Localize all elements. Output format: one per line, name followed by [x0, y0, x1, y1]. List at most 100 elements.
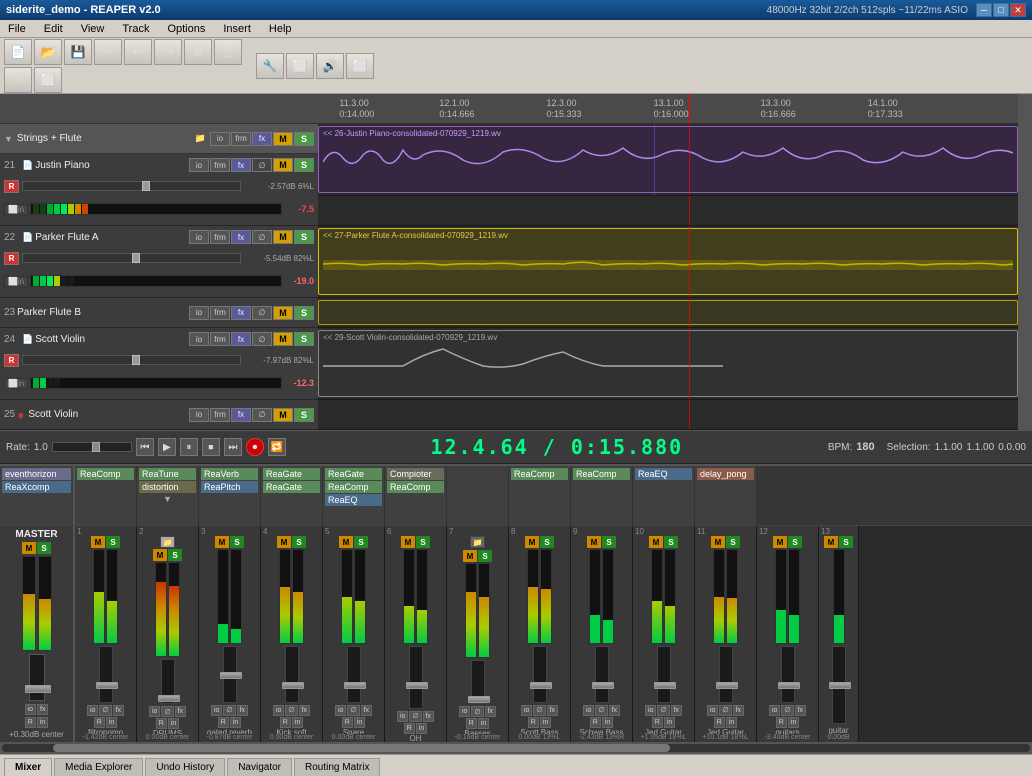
ch7-phi[interactable]: ∅ [471, 706, 483, 717]
ch11-phi[interactable]: ∅ [719, 705, 731, 716]
plugin-eventhorizon[interactable]: eventhorizon [2, 468, 71, 480]
ch2-fader[interactable] [161, 659, 175, 704]
plugin-reagate-3[interactable]: ReaGate [325, 468, 382, 480]
ch2-fx[interactable]: fx [175, 706, 186, 717]
master-in-btn[interactable]: in [37, 717, 48, 728]
ch7-fx[interactable]: fx [485, 706, 496, 717]
ch5-fader[interactable] [347, 646, 361, 703]
ch1-fader[interactable] [99, 646, 113, 703]
ch5-io[interactable]: io [335, 705, 346, 716]
ch9-s[interactable]: S [602, 536, 616, 548]
track-24-icon[interactable]: 📄 [22, 334, 33, 345]
ch2-io[interactable]: io [149, 706, 160, 717]
group-m-btn[interactable]: M [273, 132, 293, 146]
ch9-io[interactable]: io [583, 705, 594, 716]
plugin-reacomp-2[interactable]: ReaComp [325, 481, 382, 493]
ch1-io[interactable]: io [87, 705, 98, 716]
ch11-io[interactable]: io [707, 705, 718, 716]
toolbar-meta2[interactable]: ⬜ [286, 53, 314, 79]
ch9-in[interactable]: in [602, 717, 613, 728]
ch4-r[interactable]: R [280, 717, 291, 728]
toolbar-undo[interactable]: ↩ [124, 39, 152, 65]
menu-insert[interactable]: Insert [219, 23, 255, 35]
toolbar-eraser[interactable]: ⬜ [34, 67, 62, 93]
plugin-reaeq-1[interactable]: ReaEQ [325, 494, 382, 506]
ch4-m[interactable]: M [277, 536, 291, 548]
tab-navigator[interactable]: Navigator [227, 758, 292, 776]
ch3-r[interactable]: R [218, 717, 229, 728]
ch11-r[interactable]: R [714, 717, 725, 728]
ch7-m[interactable]: M [463, 550, 477, 562]
ch8-fader[interactable] [533, 646, 547, 703]
ch10-phi[interactable]: ∅ [657, 705, 669, 716]
ch2-r[interactable]: R [156, 718, 167, 729]
track-24-m[interactable]: M [273, 332, 293, 346]
group-io-btn[interactable]: io [210, 132, 230, 146]
track-21-fader[interactable] [22, 181, 241, 191]
ch1-s[interactable]: S [106, 536, 120, 548]
ch13-fader[interactable] [832, 646, 846, 724]
ch2-phi[interactable]: ∅ [161, 706, 173, 717]
ch13-m[interactable]: M [824, 536, 838, 548]
ch3-in[interactable]: in [230, 717, 241, 728]
master-fader[interactable] [29, 654, 45, 701]
track-25-phase[interactable]: ∅ [252, 408, 272, 422]
ch3-fx[interactable]: fx [237, 705, 248, 716]
track-21-folder[interactable]: 📄 [22, 160, 33, 171]
ch6-phi[interactable]: ∅ [409, 711, 421, 722]
ch9-m[interactable]: M [587, 536, 601, 548]
track-22-fader[interactable] [22, 253, 241, 263]
ch9-fader[interactable] [595, 646, 609, 703]
ch8-in[interactable]: in [540, 717, 551, 728]
ch7-fader[interactable] [471, 660, 485, 704]
ch11-m[interactable]: M [711, 536, 725, 548]
plugin-reatune[interactable]: ReaTune [139, 468, 196, 480]
master-m-btn[interactable]: M [22, 542, 36, 554]
track-22-r[interactable]: R [4, 252, 19, 265]
track-23-io[interactable]: io [189, 306, 209, 320]
ch4-fx[interactable]: fx [299, 705, 310, 716]
ch5-phi[interactable]: ∅ [347, 705, 359, 716]
transport-pause[interactable]: ⏸ [180, 438, 198, 456]
toolbar-open[interactable]: 📂 [34, 39, 62, 65]
mixer-scrollbar-h[interactable] [0, 742, 1032, 754]
track-22-fx[interactable]: fx [231, 230, 251, 244]
plugin-slot-7-empty[interactable] [447, 466, 509, 525]
track-25-frm[interactable]: frm [210, 408, 230, 422]
ch10-m[interactable]: M [649, 536, 663, 548]
track-22-frm[interactable]: frm [210, 230, 230, 244]
menu-options[interactable]: Options [163, 23, 209, 35]
toolbar-pencil[interactable]: ✏ [4, 67, 32, 93]
tab-media-explorer[interactable]: Media Explorer [54, 758, 143, 776]
group-frm-btn[interactable]: frm [231, 132, 251, 146]
track-25-m[interactable]: M [273, 408, 293, 422]
ch12-fx[interactable]: fx [795, 705, 806, 716]
plugin-reaverb[interactable]: ReaVerb [201, 468, 258, 480]
track-23-frm[interactable]: frm [210, 306, 230, 320]
track-23-fx[interactable]: fx [231, 306, 251, 320]
clip-21[interactable]: << 26-Justin Piano-consolidated-070929_1… [318, 126, 1018, 193]
close-button[interactable]: ✕ [1010, 3, 1026, 17]
track-22-icon[interactable]: 📄 [22, 232, 33, 243]
ch3-io[interactable]: io [211, 705, 222, 716]
plugin-compioter[interactable]: Compioter [387, 468, 444, 480]
ch9-phi[interactable]: ∅ [595, 705, 607, 716]
ch6-r[interactable]: R [404, 723, 415, 734]
ch8-phi[interactable]: ∅ [533, 705, 545, 716]
ch11-fx[interactable]: fx [733, 705, 744, 716]
track-25-s[interactable]: S [294, 408, 314, 422]
master-r-btn[interactable]: R [25, 717, 36, 728]
master-io-btn[interactable]: io [25, 704, 36, 715]
ch10-s[interactable]: S [664, 536, 678, 548]
master-fx-btn[interactable]: fx [37, 704, 48, 715]
ch2-s[interactable]: S [168, 549, 182, 561]
track-24-s[interactable]: S [294, 332, 314, 346]
rate-slider[interactable] [52, 442, 132, 452]
track-25-fx[interactable]: fx [231, 408, 251, 422]
track-21-io[interactable]: io [189, 158, 209, 172]
track-24-io[interactable]: io [189, 332, 209, 346]
transport-play[interactable]: ▶ [158, 438, 176, 456]
maximize-button[interactable]: □ [993, 3, 1009, 17]
ch10-r[interactable]: R [652, 717, 663, 728]
toolbar-meta1[interactable]: 🔧 [256, 53, 284, 79]
